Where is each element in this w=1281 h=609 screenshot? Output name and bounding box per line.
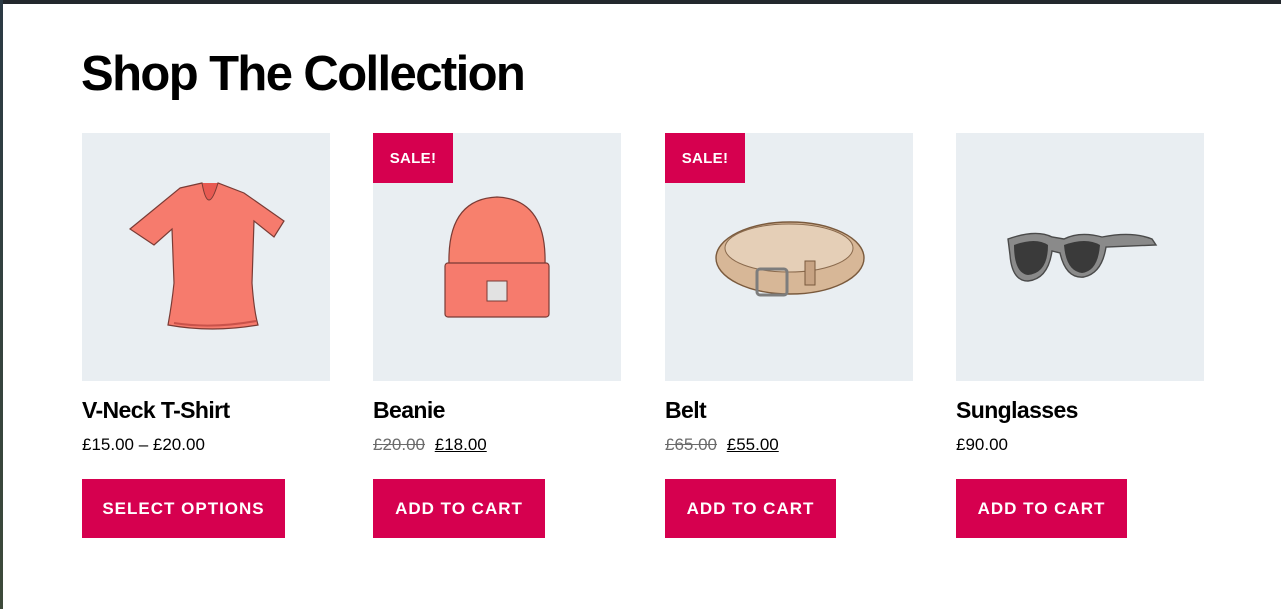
product-card-vneck-tshirt: V-Neck T-Shirt £15.00 – £20.00 SELECT OP… <box>82 133 330 538</box>
product-card-beanie: SALE! Beanie £20.00 £18.00 ADD TO CART <box>373 133 621 538</box>
product-card-belt: SALE! Belt £65.00 £55.00 ADD TO CART <box>665 133 913 538</box>
sale-badge: SALE! <box>665 133 745 183</box>
window-top-border <box>0 0 1281 4</box>
product-title[interactable]: Beanie <box>373 397 445 424</box>
product-price: £15.00 – £20.00 <box>82 435 205 455</box>
product-image-sunglasses[interactable] <box>956 133 1204 381</box>
sale-price: £18.00 <box>434 435 487 454</box>
product-image-belt[interactable]: SALE! <box>665 133 913 381</box>
sunglasses-image <box>1007 232 1158 282</box>
product-title[interactable]: V-Neck T-Shirt <box>82 397 230 424</box>
window-left-border <box>0 0 3 609</box>
add-to-cart-button[interactable]: ADD TO CART <box>373 479 545 538</box>
product-title[interactable]: Sunglasses <box>956 397 1078 424</box>
add-to-cart-button[interactable]: ADD TO CART <box>665 479 836 538</box>
price-range: £15.00 – £20.00 <box>82 435 205 454</box>
regular-price: £90.00 <box>956 435 1008 454</box>
product-price: £20.00 £18.00 <box>373 435 487 455</box>
product-image-beanie[interactable]: SALE! <box>373 133 621 381</box>
old-price: £20.00 <box>373 435 425 454</box>
old-price: £65.00 <box>665 435 717 454</box>
tshirt-image <box>128 182 285 330</box>
product-card-sunglasses: Sunglasses £90.00 ADD TO CART <box>956 133 1204 538</box>
product-price: £90.00 <box>956 435 1008 455</box>
sale-badge: SALE! <box>373 133 453 183</box>
section-title: Shop The Collection <box>81 47 526 101</box>
select-options-button[interactable]: SELECT OPTIONS <box>82 479 285 538</box>
add-to-cart-button[interactable]: ADD TO CART <box>956 479 1127 538</box>
product-title[interactable]: Belt <box>665 397 707 424</box>
sale-price: £55.00 <box>726 435 779 454</box>
product-price: £65.00 £55.00 <box>665 435 779 455</box>
product-image-tshirt[interactable] <box>82 133 330 381</box>
